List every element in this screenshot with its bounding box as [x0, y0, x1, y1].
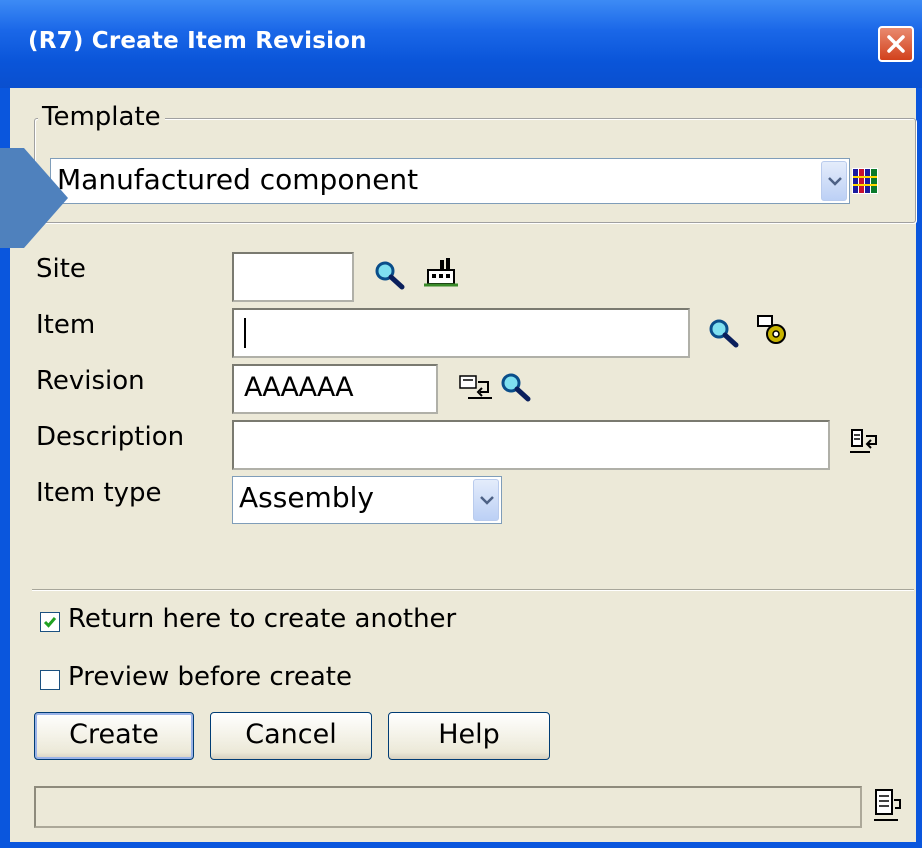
factory-icon[interactable]	[424, 256, 460, 288]
divider	[32, 589, 914, 591]
cancel-button[interactable]: Cancel	[210, 712, 372, 760]
item-type-label: Item type	[36, 478, 162, 508]
template-group-label: Template	[38, 102, 165, 132]
create-button[interactable]: Create	[34, 712, 194, 760]
item-gear-icon[interactable]	[756, 314, 790, 346]
search-icon[interactable]	[374, 260, 406, 290]
chevron-down-icon	[828, 177, 842, 186]
return-here-label[interactable]: Return here to create another	[68, 604, 456, 634]
status-bar	[34, 786, 862, 828]
template-grid-icon[interactable]	[852, 168, 878, 194]
revision-assign-icon[interactable]	[458, 374, 494, 402]
item-label: Item	[36, 310, 96, 340]
description-edit-icon[interactable]	[848, 428, 882, 458]
template-dropdown-button[interactable]	[821, 161, 847, 201]
close-button[interactable]	[878, 26, 914, 62]
revision-value: AAAAAA	[244, 372, 354, 403]
callout-arrow-tail	[0, 148, 24, 248]
revision-input[interactable]: AAAAAA	[232, 364, 438, 414]
checkmark-icon	[43, 617, 57, 628]
preview-label[interactable]: Preview before create	[68, 662, 352, 692]
description-label: Description	[36, 422, 185, 452]
item-type-select[interactable]: Assembly	[232, 476, 502, 524]
dialog-window: (R7) Create Item Revision Template Manuf…	[0, 0, 922, 848]
template-selected-value: Manufactured component	[57, 163, 419, 196]
revision-label: Revision	[36, 366, 145, 396]
help-button[interactable]: Help	[388, 712, 550, 760]
item-type-selected-value: Assembly	[239, 481, 374, 514]
status-log-icon[interactable]	[872, 788, 904, 824]
search-icon[interactable]	[500, 372, 532, 402]
item-type-dropdown-button[interactable]	[473, 479, 499, 521]
title-bar[interactable]: (R7) Create Item Revision	[0, 0, 922, 88]
search-icon[interactable]	[708, 318, 740, 348]
dialog-body: Template Manufactured component Site Ite…	[10, 88, 916, 842]
preview-checkbox[interactable]	[40, 670, 60, 690]
item-input[interactable]	[232, 308, 690, 358]
window-title: (R7) Create Item Revision	[28, 28, 367, 54]
site-input[interactable]	[232, 252, 354, 302]
description-input[interactable]	[232, 420, 830, 470]
site-label: Site	[36, 254, 86, 284]
chevron-down-icon	[480, 496, 494, 505]
template-select[interactable]: Manufactured component	[50, 158, 850, 204]
callout-arrow-head	[24, 148, 68, 248]
text-caret	[244, 318, 246, 348]
return-here-checkbox[interactable]	[40, 612, 60, 632]
close-icon	[887, 35, 905, 53]
